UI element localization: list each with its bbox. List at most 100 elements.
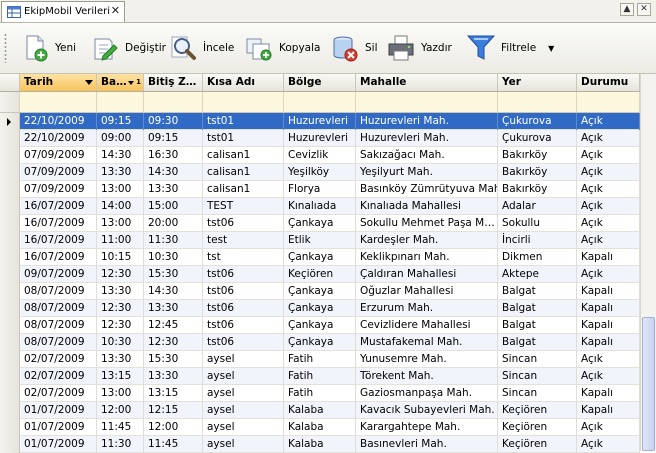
cell-baslangic[interactable]: 10:15 [97,249,144,266]
row-indicator[interactable] [0,147,20,164]
cell-baslangic[interactable]: 12:30 [97,317,144,334]
cell-baslangic[interactable]: 09:15 [97,113,144,130]
cell-bolge[interactable]: Çankaya [284,300,356,317]
cell-baslangic[interactable]: 13:00 [97,181,144,198]
cell-tarih[interactable]: 02/07/2009 [20,351,97,368]
cell-yer[interactable]: Sokullu [498,215,577,232]
cell-baslangic[interactable]: 13:00 [97,215,144,232]
cell-yer[interactable]: Sincan [498,351,577,368]
cell-tarih[interactable]: 08/07/2009 [20,283,97,300]
cell-baslangic[interactable]: 12:00 [97,402,144,419]
cell-durumu[interactable]: Kapalı [577,334,640,351]
cell-bolge[interactable]: Etlik [284,232,356,249]
row-indicator[interactable] [0,113,20,130]
table-row[interactable]: 07/09/2009 14:30 16:30 calisan1 Cevizlik Sakı… [0,147,640,164]
cell-yer[interactable]: Sincan [498,385,577,402]
cell-bolge[interactable]: Huzurevleri [284,130,356,147]
cell-mahalle[interactable]: Yunusemre Mah. [356,351,498,368]
cell-kisa-adi[interactable]: tst06 [203,215,284,232]
cell-kisa-adi[interactable]: calisan1 [203,164,284,181]
cell-baslangic[interactable]: 14:30 [97,147,144,164]
column-header-baslangic[interactable]: Ba… 1 [97,74,144,91]
cell-baslangic[interactable]: 13:15 [97,368,144,385]
cell-yer[interactable]: Aktepe [498,266,577,283]
table-row[interactable]: 02/07/2009 13:15 13:30 aysel Fatih Törekent M… [0,368,640,385]
cell-mahalle[interactable]: Kınalıada Mahallesi [356,198,498,215]
cell-durumu[interactable]: Açık [577,147,640,164]
table-row[interactable]: 01/07/2009 11:30 11:45 aysel Kalaba Basınevle… [0,436,640,453]
cell-bolge[interactable]: Fatih [284,385,356,402]
cell-bitis[interactable]: 13:30 [144,300,203,317]
table-row[interactable]: 08/07/2009 12:30 13:30 tst06 Çankaya Erzurum … [0,300,640,317]
row-indicator[interactable] [0,232,20,249]
cell-bitis[interactable]: 10:30 [144,249,203,266]
cell-tarih[interactable]: 22/10/2009 [20,130,97,147]
cell-tarih[interactable]: 02/07/2009 [20,368,97,385]
row-indicator[interactable] [0,419,20,436]
row-indicator[interactable] [0,334,20,351]
column-header-durumu[interactable]: Durumu [577,74,640,91]
row-indicator[interactable] [0,402,20,419]
table-row[interactable]: 01/07/2009 11:45 12:00 aysel Kalaba Karargaht… [0,419,640,436]
row-indicator[interactable] [0,266,20,283]
scrollbar-thumb[interactable] [642,317,655,451]
cell-bitis[interactable]: 15:30 [144,351,203,368]
cell-durumu[interactable]: Açık [577,181,640,198]
cell-durumu[interactable]: Açık [577,436,640,453]
cell-kisa-adi[interactable]: tst01 [203,130,284,147]
cell-yer[interactable]: Balgat [498,317,577,334]
cell-tarih[interactable]: 08/07/2009 [20,300,97,317]
cell-bitis[interactable]: 11:45 [144,436,203,453]
cell-baslangic[interactable]: 11:45 [97,419,144,436]
cell-baslangic[interactable]: 13:30 [97,164,144,181]
cell-tarih[interactable]: 16/07/2009 [20,198,97,215]
cell-kisa-adi[interactable]: calisan1 [203,147,284,164]
cell-durumu[interactable]: Açık [577,113,640,130]
table-row[interactable]: 22/10/2009 09:15 09:30 tst01 Huzurevleri Huzu… [0,113,640,130]
cell-bolge[interactable]: Çankaya [284,215,356,232]
row-indicator[interactable] [0,300,20,317]
cell-durumu[interactable]: Açık [577,130,640,147]
cell-tarih[interactable]: 16/07/2009 [20,232,97,249]
cell-bitis[interactable]: 09:15 [144,130,203,147]
row-indicator[interactable] [0,130,20,147]
cell-kisa-adi[interactable]: aysel [203,351,284,368]
row-indicator[interactable] [0,351,20,368]
cell-yer[interactable]: Keçiören [498,402,577,419]
cell-mahalle[interactable]: Basınevleri Mah. [356,436,498,453]
table-row[interactable]: 16/07/2009 10:15 10:30 tst Çankaya Keklikpına… [0,249,640,266]
cell-kisa-adi[interactable]: tst06 [203,334,284,351]
cell-durumu[interactable]: Açık [577,266,640,283]
cell-mahalle[interactable]: Kardeşler Mah. [356,232,498,249]
cell-mahalle[interactable]: Gaziosmanpaşa Mah. [356,385,498,402]
table-row[interactable]: 01/07/2009 12:00 12:15 aysel Kalaba Kavacık S… [0,402,640,419]
column-header-yer[interactable]: Yer [498,74,577,91]
row-indicator[interactable] [0,164,20,181]
window-close-button[interactable]: ✕ [637,3,651,16]
cell-kisa-adi[interactable]: tst06 [203,283,284,300]
cell-mahalle[interactable]: Mustafakemal Mah. [356,334,498,351]
table-row[interactable]: 08/07/2009 12:30 12:45 tst06 Çankaya Cevizlid… [0,317,640,334]
cell-durumu[interactable]: Kapalı [577,283,640,300]
filter-cell-kisa-adi[interactable] [203,92,284,112]
filter-cell-baslangic[interactable] [97,92,144,112]
chevron-down-icon[interactable]: ▼ [548,44,554,53]
column-header-bitis[interactable]: Bitiş Z… [144,74,203,91]
cell-mahalle[interactable]: Kavacık Subayevleri Mah. [356,402,498,419]
cell-yer[interactable]: Keçiören [498,419,577,436]
new-button[interactable]: Yeni [20,31,76,65]
cell-mahalle[interactable]: Oğuzlar Mahallesi [356,283,498,300]
cell-tarih[interactable]: 01/07/2009 [20,419,97,436]
cell-tarih[interactable]: 22/10/2009 [20,113,97,130]
cell-bitis[interactable]: 13:30 [144,368,203,385]
cell-yer[interactable]: Çukurova [498,130,577,147]
cell-bitis[interactable]: 14:30 [144,283,203,300]
cell-tarih[interactable]: 08/07/2009 [20,317,97,334]
cell-tarih[interactable]: 09/07/2009 [20,266,97,283]
cell-bitis[interactable]: 13:15 [144,385,203,402]
cell-durumu[interactable]: Açık [577,351,640,368]
row-indicator[interactable] [0,317,20,334]
filter-cell-bolge[interactable] [284,92,356,112]
cell-baslangic[interactable]: 13:30 [97,351,144,368]
cell-mahalle[interactable]: Huzurevleri Mah. [356,130,498,147]
